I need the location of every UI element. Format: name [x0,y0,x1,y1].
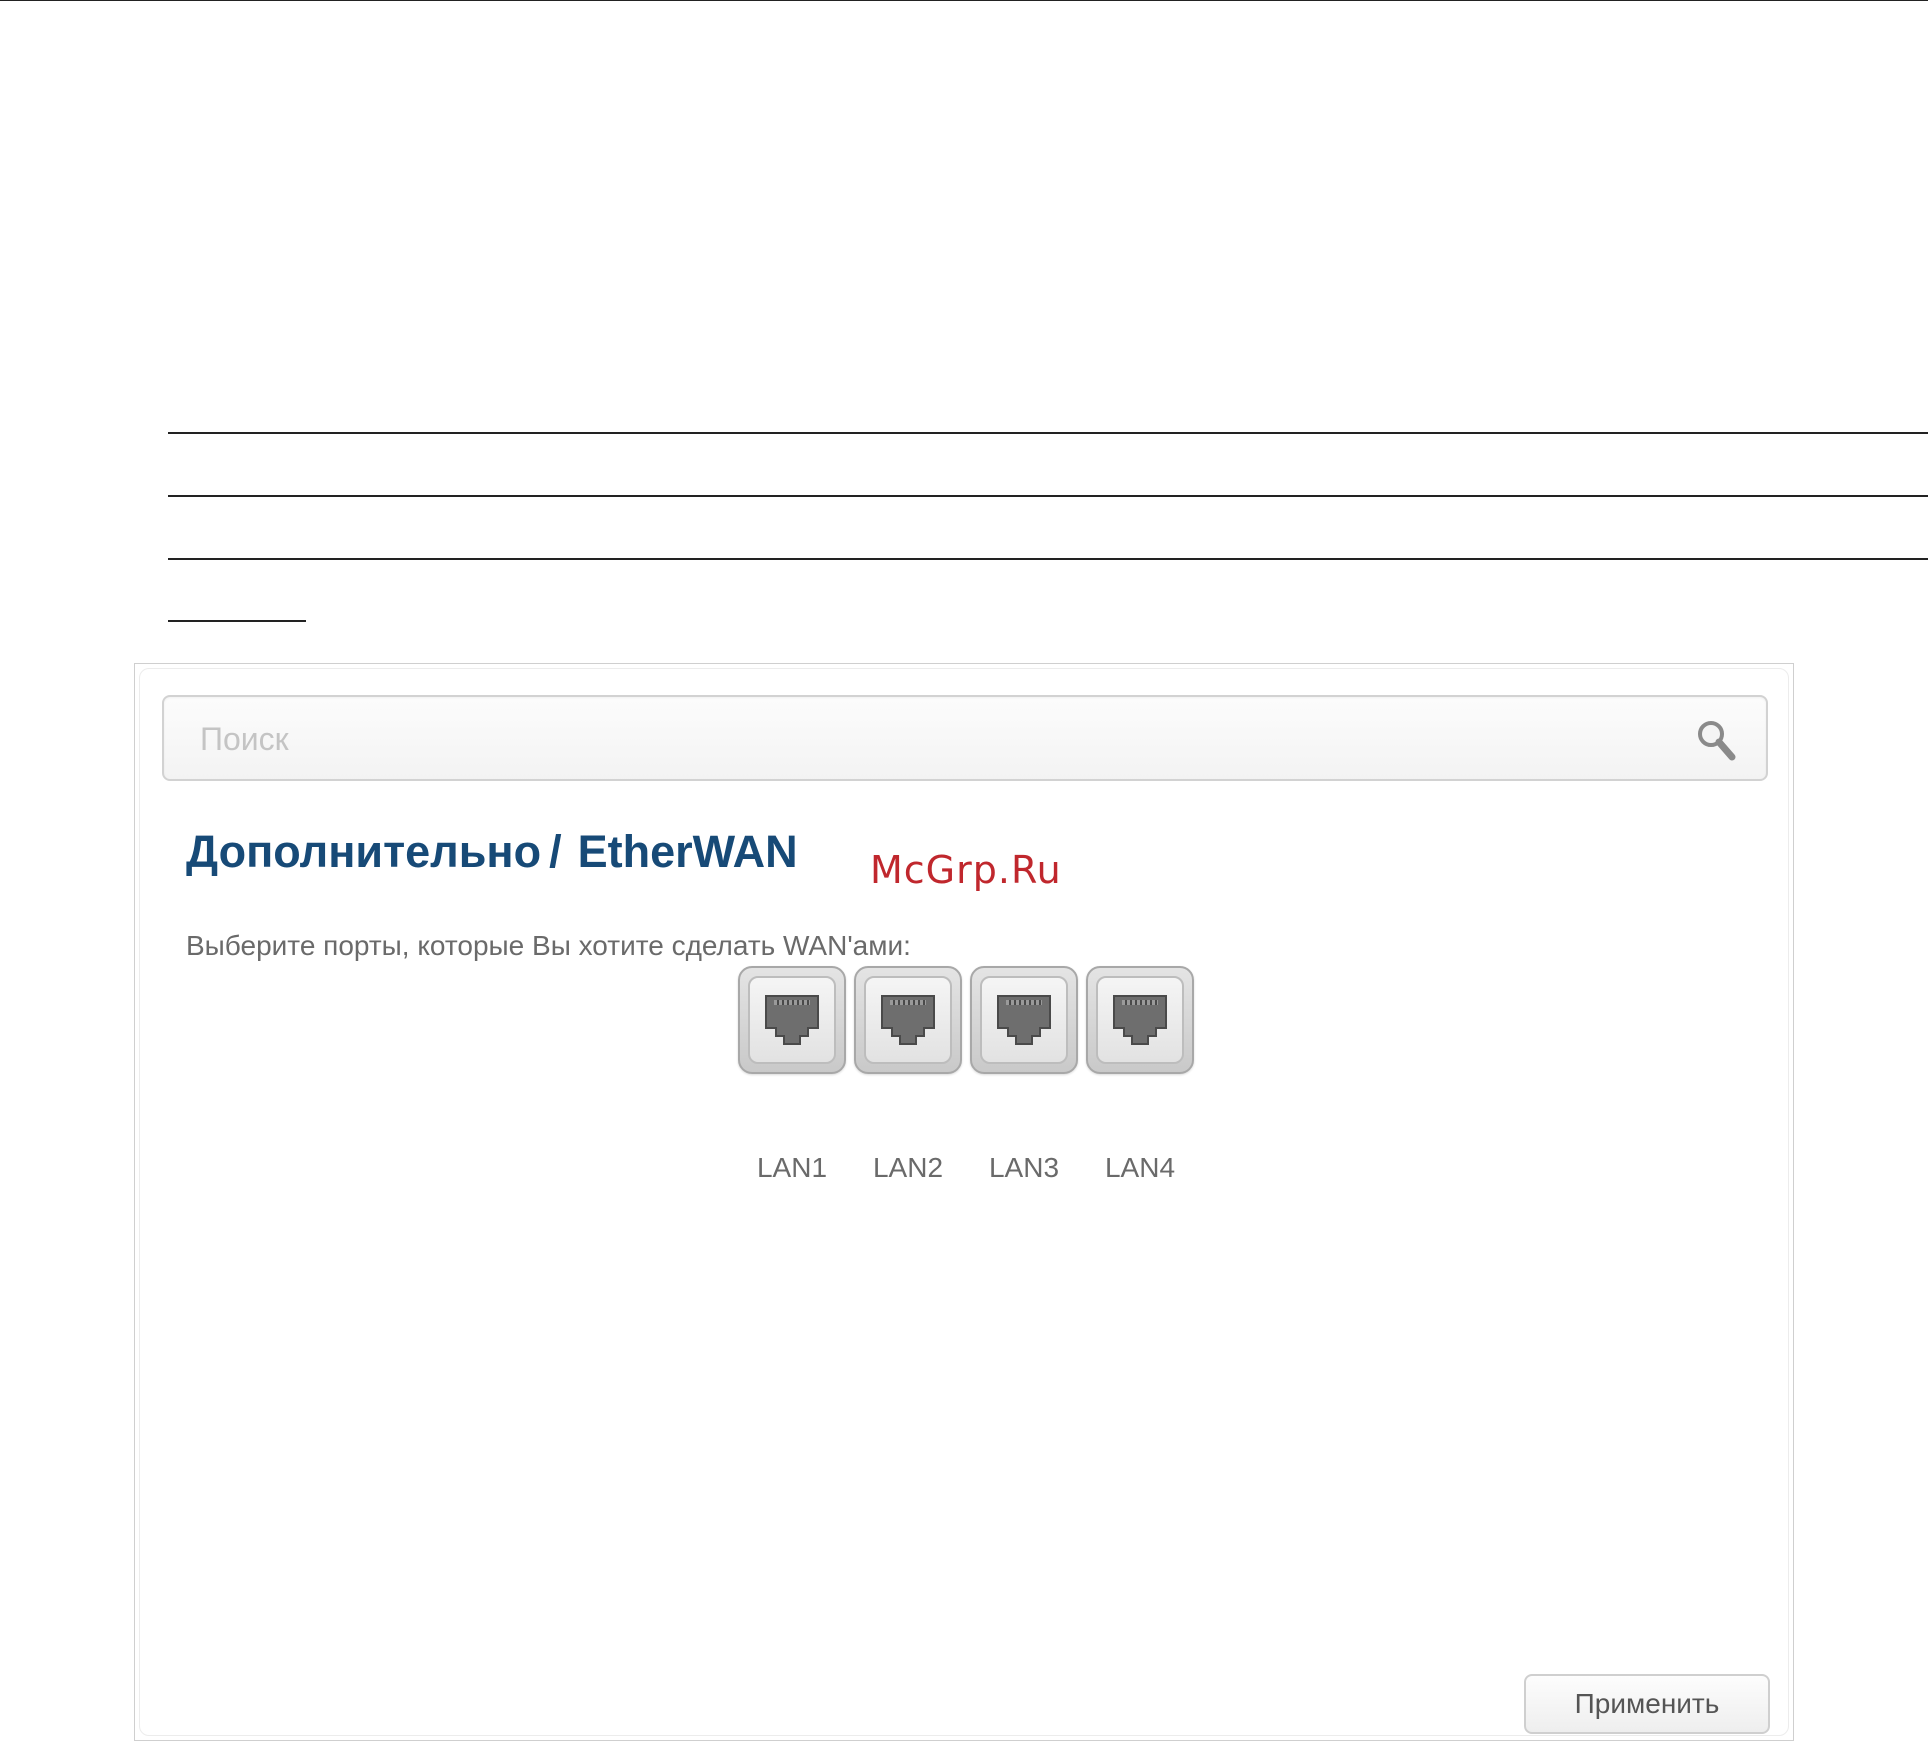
ethernet-port-icon [997,995,1051,1045]
breadcrumb-section[interactable]: Дополнительно [186,826,541,877]
port-lan2[interactable] [854,966,962,1074]
ethernet-port-icon [881,995,935,1045]
breadcrumb-current: EtherWAN [577,826,798,877]
port-labels: LAN1 LAN2 LAN3 LAN4 [738,1152,1194,1184]
port-socket [980,976,1068,1064]
apply-button[interactable]: Применить [1524,1674,1770,1734]
rule-line [168,558,1928,560]
settings-panel [134,663,1794,1741]
search-icon[interactable] [1694,717,1740,763]
port-label-lan1: LAN1 [756,1152,828,1183]
ethernet-port-icon [1113,995,1167,1045]
watermark: McGrp.Ru [870,848,1062,892]
port-label-lan2: LAN2 [872,1152,944,1183]
rule-line [168,495,1928,497]
port-lan4[interactable] [1086,966,1194,1074]
port-label-lan3: LAN3 [988,1152,1060,1183]
port-socket [864,976,952,1064]
port-lan1[interactable] [738,966,846,1074]
page-title: Дополнительно / EtherWAN [186,826,798,878]
search-bar [162,695,1768,781]
port-selector [738,966,1194,1074]
port-socket [1096,976,1184,1064]
rule-line [168,432,1928,434]
port-label-lan4: LAN4 [1104,1152,1176,1183]
ports-instruction: Выберите порты, которые Вы хотите сделат… [186,930,911,961]
port-lan3[interactable] [970,966,1078,1074]
breadcrumb-separator: / [549,826,562,877]
top-rule [0,0,1928,1]
rule-line [168,620,306,622]
search-input[interactable] [198,715,1602,763]
port-socket [748,976,836,1064]
ethernet-port-icon [765,995,819,1045]
